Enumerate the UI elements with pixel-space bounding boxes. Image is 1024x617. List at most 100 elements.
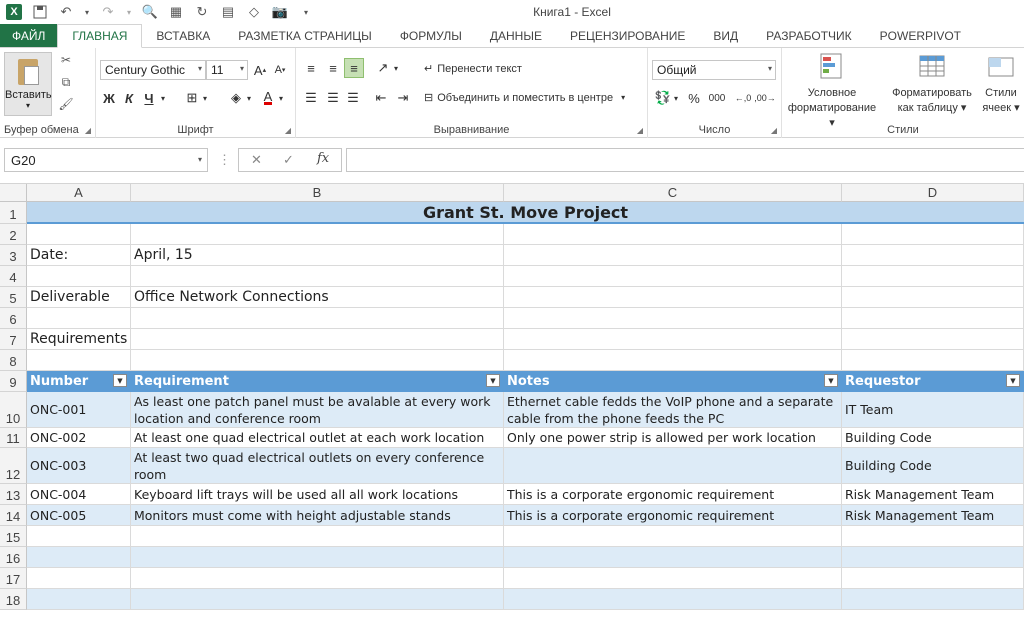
row-header[interactable]: 14 [0, 505, 27, 526]
alignment-launcher-icon[interactable]: ◢ [637, 126, 643, 135]
cell[interactable] [842, 526, 1024, 547]
number-launcher-icon[interactable]: ◢ [771, 126, 777, 135]
cell[interactable] [504, 224, 842, 245]
cell[interactable] [504, 568, 842, 589]
format-painter-icon[interactable]: 🖌 [58, 96, 74, 112]
font-size-combo[interactable]: 11 ▾ [206, 60, 248, 80]
orientation-icon[interactable]: ↗ [374, 58, 392, 78]
filter-dropdown-icon[interactable]: ▼ [1006, 374, 1020, 387]
cancel-icon[interactable]: ✕ [251, 152, 262, 168]
align-left-icon[interactable]: ☰ [302, 88, 320, 108]
increase-indent-icon[interactable]: ⇥ [394, 88, 412, 108]
table-cell-requestor[interactable]: Risk Management Team [842, 505, 1024, 526]
row-header[interactable]: 7 [0, 329, 27, 350]
align-middle-icon[interactable]: ≡ [324, 58, 342, 78]
table-cell-number[interactable]: ONC-004 [27, 484, 131, 505]
cell[interactable] [27, 308, 131, 329]
tab-file[interactable]: ФАЙЛ [0, 24, 58, 47]
cell[interactable] [842, 589, 1024, 610]
camera-icon[interactable]: 📷 [272, 4, 288, 20]
underline-dropdown-icon[interactable]: ▾ [158, 88, 168, 108]
tab-data[interactable]: ДАННЫЕ [476, 24, 556, 47]
row-header[interactable]: 8 [0, 350, 27, 371]
cell[interactable] [131, 547, 504, 568]
sheet-title[interactable]: Grant St. Move Project [27, 202, 1024, 224]
table-cell-number[interactable]: ONC-003 [27, 448, 131, 484]
row-header[interactable]: 11 [0, 428, 27, 448]
row-header[interactable]: 10 [0, 392, 27, 428]
deliverable-label-cell[interactable]: Deliverable [27, 287, 131, 308]
row-header[interactable]: 1 [0, 202, 27, 224]
cut-icon[interactable]: ✂ [58, 52, 74, 68]
cell[interactable] [27, 350, 131, 371]
column-header-b[interactable]: B [131, 184, 504, 202]
table-cell-notes[interactable]: This is a corporate ergonomic requiremen… [504, 505, 842, 526]
row-header[interactable]: 6 [0, 308, 27, 329]
table-cell-notes[interactable]: Ethernet cable fedds the VoIP phone and … [504, 392, 842, 428]
table-cell-requirement[interactable]: Keyboard lift trays will be used all all… [131, 484, 504, 505]
customize-qat-icon[interactable]: ▾ [298, 4, 314, 20]
borders-dropdown-icon[interactable]: ▾ [200, 88, 210, 108]
table-cell-requestor[interactable]: Building Code [842, 428, 1024, 448]
underline-button[interactable]: Ч [142, 88, 156, 108]
table-cell-requirement[interactable]: At least one quad electrical outlet at e… [131, 428, 504, 448]
cell[interactable] [842, 568, 1024, 589]
tab-review[interactable]: РЕЦЕНЗИРОВАНИЕ [556, 24, 699, 47]
table-cell-notes[interactable]: This is a corporate ergonomic requiremen… [504, 484, 842, 505]
row-header[interactable]: 2 [0, 224, 27, 245]
cell[interactable] [131, 568, 504, 589]
borders-icon[interactable]: ⊞ [184, 88, 200, 108]
row-header[interactable]: 13 [0, 484, 27, 505]
italic-button[interactable]: К [122, 88, 136, 108]
cell[interactable] [27, 547, 131, 568]
refresh-icon[interactable]: ↻ [194, 4, 210, 20]
table-cell-notes[interactable]: Only one power strip is allowed per work… [504, 428, 842, 448]
cell[interactable] [131, 266, 504, 287]
cell[interactable] [27, 589, 131, 610]
row-header[interactable]: 9 [0, 371, 27, 392]
insert-function-icon[interactable]: fx [317, 151, 329, 166]
row-header[interactable]: 18 [0, 589, 27, 610]
table-cell-requestor[interactable]: Building Code [842, 448, 1024, 484]
column-header-c[interactable]: C [504, 184, 842, 202]
row-header[interactable]: 3 [0, 245, 27, 266]
decrease-decimal-icon[interactable]: ,00→ [754, 88, 776, 108]
tab-insert[interactable]: ВСТАВКА [142, 24, 224, 47]
wrap-text-button[interactable]: ↵ Перенести текст [424, 62, 522, 76]
cell[interactable] [504, 287, 842, 308]
undo-dropdown-icon[interactable]: ▾ [84, 4, 90, 20]
table-cell-requestor[interactable]: Risk Management Team [842, 484, 1024, 505]
table-cell-requirement[interactable]: Monitors must come with height adjustabl… [131, 505, 504, 526]
tab-page-layout[interactable]: РАЗМЕТКА СТРАНИЦЫ [224, 24, 386, 47]
cell[interactable] [504, 329, 842, 350]
cell[interactable] [842, 547, 1024, 568]
cell[interactable] [504, 526, 842, 547]
clipboard-launcher-icon[interactable]: ◢ [85, 126, 91, 135]
cell[interactable] [27, 568, 131, 589]
tab-powerpivot[interactable]: POWERPIVOT [866, 24, 975, 47]
copy-icon[interactable]: ⧉ [58, 74, 74, 90]
table-cell-requestor[interactable]: IT Team [842, 392, 1024, 428]
requirements-label-cell[interactable]: Requirements [27, 329, 131, 350]
row-header[interactable]: 17 [0, 568, 27, 589]
cell[interactable] [504, 245, 842, 266]
fill-color-icon[interactable]: ◈ [228, 88, 244, 108]
cell[interactable] [131, 329, 504, 350]
form-icon[interactable]: ▦ [168, 4, 184, 20]
row-header[interactable]: 4 [0, 266, 27, 287]
cell[interactable] [504, 350, 842, 371]
table-header-notes[interactable]: Notes ▼ [504, 371, 842, 392]
row-header[interactable]: 16 [0, 547, 27, 568]
align-top-icon[interactable]: ≡ [302, 58, 320, 78]
decrease-font-icon[interactable]: A ▾ [272, 60, 288, 80]
cell[interactable] [131, 308, 504, 329]
cell[interactable] [27, 224, 131, 245]
enter-icon[interactable]: ✓ [283, 152, 294, 168]
deliverable-value-cell[interactable]: Office Network Connections [131, 287, 504, 308]
tab-developer[interactable]: РАЗРАБОТЧИК [752, 24, 866, 47]
table-header-requirement[interactable]: Requirement ▼ [131, 371, 504, 392]
table-cell-number[interactable]: ONC-005 [27, 505, 131, 526]
bold-button[interactable]: Ж [102, 88, 116, 108]
accounting-dropdown-icon[interactable]: ▾ [672, 88, 680, 108]
cell[interactable] [842, 308, 1024, 329]
